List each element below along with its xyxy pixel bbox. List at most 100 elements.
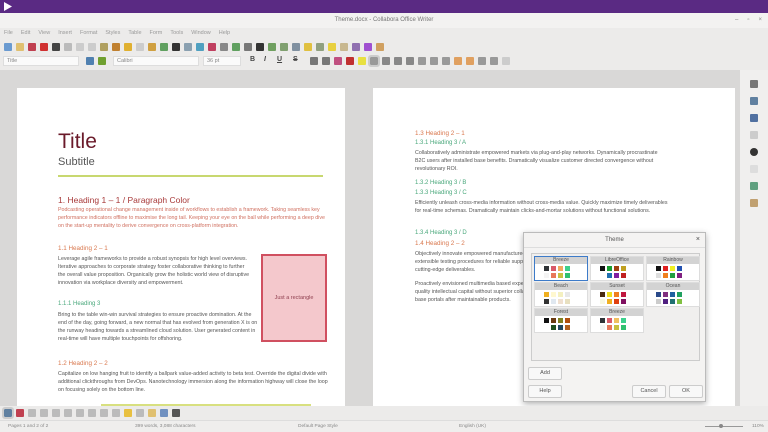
paste-icon[interactable]	[100, 43, 108, 51]
special-character-icon[interactable]	[256, 43, 264, 51]
bring-to-front-icon[interactable]	[124, 409, 132, 417]
outline-icon[interactable]	[442, 57, 450, 65]
undo-icon[interactable]	[124, 43, 132, 51]
font-color-icon[interactable]	[346, 57, 354, 65]
theme-option[interactable]: Sunset	[590, 282, 644, 307]
copy-icon[interactable]	[88, 43, 96, 51]
font-size-select[interactable]: 36 pt	[203, 56, 241, 66]
send-to-back-icon[interactable]	[136, 409, 144, 417]
cut-icon[interactable]	[76, 43, 84, 51]
style-inspector-icon[interactable]	[750, 182, 758, 190]
menu-table[interactable]: Table	[128, 28, 141, 39]
new-style-icon[interactable]	[98, 57, 106, 65]
theme-option[interactable]: LibreOffice	[590, 256, 644, 281]
align-right-icon[interactable]	[394, 57, 402, 65]
align-objects-icon[interactable]	[112, 409, 120, 417]
menu-format[interactable]: Format	[80, 28, 97, 39]
manage-changes-icon[interactable]	[750, 199, 758, 207]
insert-table-icon[interactable]	[184, 43, 192, 51]
highlighting-color-icon[interactable]	[358, 57, 366, 65]
paragraph-spacing-icon[interactable]	[490, 57, 498, 65]
track-changes-icon[interactable]	[340, 43, 348, 51]
numbering-icon[interactable]	[430, 57, 438, 65]
draw-functions-icon[interactable]	[376, 43, 384, 51]
formatting-marks-icon[interactable]	[172, 43, 180, 51]
theme-option[interactable]: Ocean	[646, 282, 700, 307]
spelling-icon[interactable]	[160, 43, 168, 51]
underline-button[interactable]: U	[277, 56, 282, 63]
group-icon[interactable]	[148, 409, 156, 417]
word-count[interactable]: 399 words, 3,088 characters	[135, 421, 196, 432]
redo-icon[interactable]	[136, 43, 144, 51]
insert-field-icon[interactable]	[244, 43, 252, 51]
menu-form[interactable]: Form	[150, 28, 163, 39]
rectangle-shape[interactable]: Just a rectangle	[261, 254, 327, 342]
ok-button[interactable]: OK	[669, 385, 703, 398]
align-left-icon[interactable]	[370, 57, 378, 65]
paragraph-style-select[interactable]: Title	[3, 56, 79, 66]
print-preview-icon[interactable]	[64, 43, 72, 51]
cross-reference-icon[interactable]	[316, 43, 324, 51]
cancel-button[interactable]: Cancel	[632, 385, 666, 398]
bold-button[interactable]: B	[250, 56, 255, 63]
menu-view[interactable]: View	[38, 28, 50, 39]
page-break-icon[interactable]	[232, 43, 240, 51]
wrap-on-icon[interactable]	[40, 409, 48, 417]
shapes-icon[interactable]	[364, 43, 372, 51]
insert-textbox-icon[interactable]	[220, 43, 228, 51]
theme-option[interactable]: Beach	[534, 282, 588, 307]
menu-insert[interactable]: Insert	[58, 28, 72, 39]
gallery-icon[interactable]	[750, 131, 758, 139]
hyperlink-icon[interactable]	[268, 43, 276, 51]
superscript-icon[interactable]	[310, 57, 318, 65]
sidebar-menu-icon[interactable]	[750, 80, 758, 88]
decrease-indent-icon[interactable]	[466, 57, 474, 65]
wrap-off-icon[interactable]	[28, 409, 36, 417]
endnote-icon[interactable]	[292, 43, 300, 51]
select-icon[interactable]	[4, 409, 12, 417]
menu-edit[interactable]: Edit	[21, 28, 30, 39]
edit-points-icon[interactable]	[160, 409, 168, 417]
add-button[interactable]: Add	[528, 367, 562, 380]
close-button[interactable]: ×	[758, 13, 762, 28]
position-size-icon[interactable]	[172, 409, 180, 417]
justify-icon[interactable]	[406, 57, 414, 65]
wrap-left-icon[interactable]	[64, 409, 72, 417]
wrap-ideal-icon[interactable]	[52, 409, 60, 417]
wrap-right-icon[interactable]	[76, 409, 84, 417]
italic-button[interactable]: I	[264, 56, 266, 63]
page-icon[interactable]	[750, 165, 758, 173]
update-style-icon[interactable]	[86, 57, 94, 65]
theme-option[interactable]: Breeze	[590, 308, 644, 333]
align-center-icon[interactable]	[382, 57, 390, 65]
bookmark-icon[interactable]	[304, 43, 312, 51]
insert-chart-icon[interactable]	[208, 43, 216, 51]
menu-styles[interactable]: Styles	[105, 28, 120, 39]
menu-tools[interactable]: Tools	[170, 28, 183, 39]
bullets-icon[interactable]	[418, 57, 426, 65]
open-icon[interactable]	[16, 43, 24, 51]
dialog-close-button[interactable]: ×	[696, 236, 700, 243]
menu-file[interactable]: File	[4, 28, 13, 39]
help-button[interactable]: Help	[528, 385, 562, 398]
theme-option[interactable]: Forest	[534, 308, 588, 333]
export-pdf-icon[interactable]	[40, 43, 48, 51]
anchor-icon[interactable]	[16, 409, 24, 417]
line-spacing-icon[interactable]	[478, 57, 486, 65]
strikethrough-button[interactable]: S	[293, 56, 298, 63]
navigator-icon[interactable]	[750, 148, 758, 156]
save-icon[interactable]	[28, 43, 36, 51]
new-document-icon[interactable]	[4, 43, 12, 51]
line-icon[interactable]	[352, 43, 360, 51]
print-icon[interactable]	[52, 43, 60, 51]
character-highlight-icon[interactable]	[334, 57, 342, 65]
minimize-button[interactable]: –	[735, 13, 738, 28]
paragraph-settings-icon[interactable]	[502, 57, 510, 65]
contour-icon[interactable]	[100, 409, 108, 417]
language[interactable]: English (UK)	[459, 421, 486, 432]
page-1[interactable]: Title Subtitle 1. Heading 1 – 1 / Paragr…	[17, 88, 345, 408]
zoom-level[interactable]: 110%	[752, 421, 764, 432]
footnote-icon[interactable]	[280, 43, 288, 51]
menu-window[interactable]: Window	[191, 28, 211, 39]
wrap-through-icon[interactable]	[88, 409, 96, 417]
